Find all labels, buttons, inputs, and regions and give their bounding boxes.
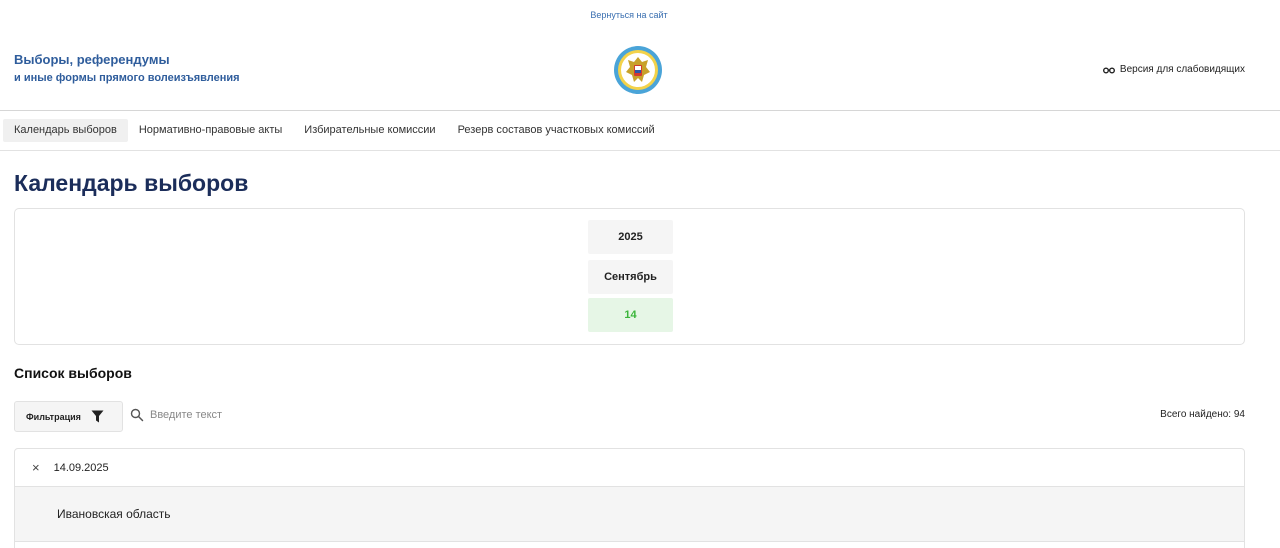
elections-list-title: Список выборов xyxy=(14,365,132,381)
site-title-line1: Выборы, референдумы xyxy=(14,52,170,67)
search-input[interactable] xyxy=(150,406,450,424)
calendar-month[interactable]: Сентябрь xyxy=(588,260,673,294)
emblem-icon[interactable] xyxy=(613,45,663,95)
nav-divider xyxy=(0,150,1280,151)
low-vision-toggle[interactable]: Версия для слабовидящих xyxy=(1102,64,1245,75)
calendar-day-selected[interactable]: 14 xyxy=(588,298,673,332)
header-divider xyxy=(0,110,1280,111)
back-to-site-link[interactable]: Вернуться на сайт xyxy=(0,10,1258,20)
glasses-icon xyxy=(1102,67,1115,73)
calendar-panel: 2025 Сентябрь 14 xyxy=(14,208,1245,345)
main-nav: Календарь выборов Нормативно-правовые ак… xyxy=(3,119,666,142)
filter-icon xyxy=(91,410,104,423)
search-icon xyxy=(130,408,144,422)
nav-item-reserve-commissions[interactable]: Резерв составов участковых комиссий xyxy=(447,119,666,142)
total-found: Всего найдено: 94 xyxy=(1160,409,1245,420)
calendar-year[interactable]: 2025 xyxy=(588,220,673,254)
site-title[interactable]: Выборы, референдумы и иные формы прямого… xyxy=(14,52,240,84)
low-vision-label: Версия для слабовидящих xyxy=(1119,64,1245,75)
date-group-label: 14.09.2025 xyxy=(53,461,109,474)
region-list-item[interactable]: Ивановская область xyxy=(15,487,1244,542)
date-group-header: × 14.09.2025 xyxy=(15,449,1244,487)
nav-item-legal-acts[interactable]: Нормативно-правовые акты xyxy=(128,119,293,142)
close-icon[interactable]: × xyxy=(32,460,40,475)
nav-item-elections-calendar[interactable]: Календарь выборов xyxy=(3,119,128,142)
results-panel: × 14.09.2025 Ивановская область xyxy=(14,448,1245,548)
filter-label: Фильтрация xyxy=(26,411,81,422)
filter-button[interactable]: Фильтрация xyxy=(14,401,123,432)
page-title: Календарь выборов xyxy=(14,170,249,196)
site-title-line2: и иные формы прямого волеизъявления xyxy=(14,72,240,84)
nav-item-election-commissions[interactable]: Избирательные комиссии xyxy=(293,119,446,142)
